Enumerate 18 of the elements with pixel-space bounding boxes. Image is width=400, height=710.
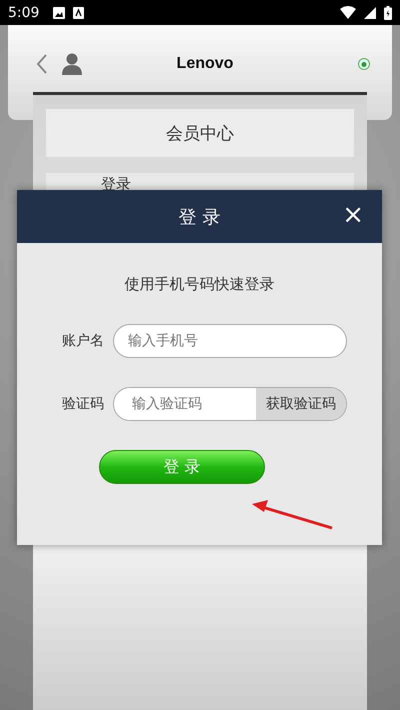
code-field[interactable]: 输入验证码 获取验证码 [113, 387, 347, 421]
notification-icon [73, 6, 84, 18]
phone-input[interactable]: 输入手机号 [113, 324, 347, 358]
signal-icon [364, 6, 376, 18]
field-label: 账户名 [61, 332, 105, 350]
dialog-title: 登 录 [178, 206, 220, 228]
back-icon[interactable] [36, 54, 48, 74]
battery-icon [384, 6, 392, 20]
user-icon[interactable] [62, 53, 82, 75]
field-label: 验证码 [61, 395, 105, 413]
page-title: 会员中心 [46, 109, 354, 157]
logo-text: Lenovo [176, 55, 234, 73]
get-code-button[interactable]: 获取验证码 [256, 388, 346, 420]
wifi-icon [340, 6, 356, 19]
status-time: 5:09 [8, 4, 40, 20]
close-button[interactable]: × [342, 202, 364, 228]
image-icon [53, 6, 66, 18]
dialog-subtitle: 使用手机号码快速登录 [124, 275, 276, 294]
